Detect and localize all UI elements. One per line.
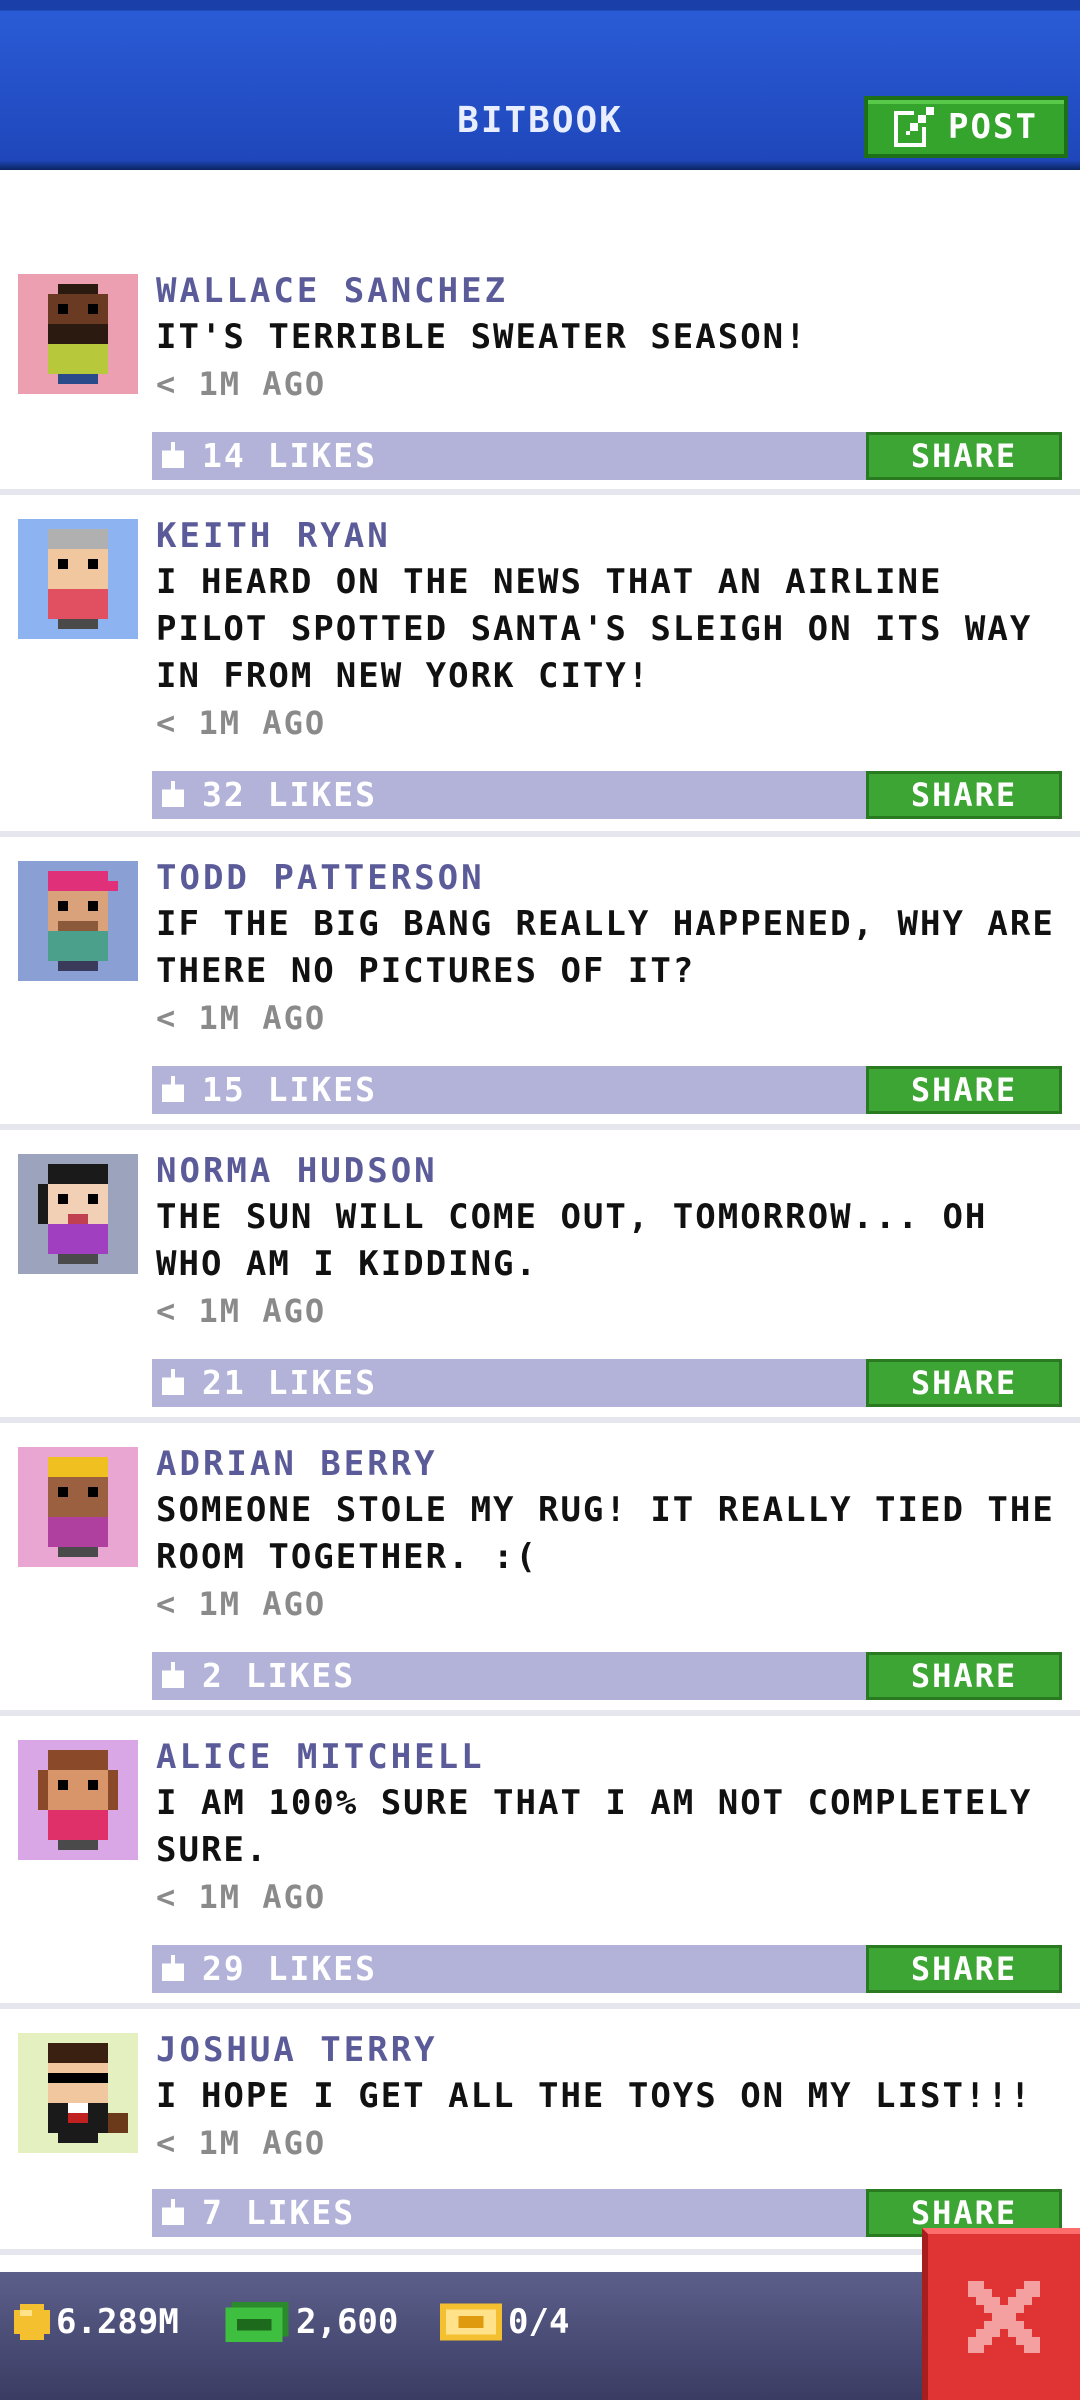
avatar [18,1740,138,1860]
avatar [18,274,138,394]
thumb-up-icon[interactable] [162,1076,184,1102]
coin-icon [14,2304,50,2340]
close-button[interactable] [922,2228,1080,2400]
tickets-display: 0/4 [440,2302,569,2342]
avatar [18,1154,138,1274]
post-time: < 1M AGO [156,1292,327,1330]
feed-post: NORMA HUDSON THE SUN WILL COME OUT, TOMO… [0,1130,1080,1423]
ticket-icon [440,2303,502,2341]
coins-value: 6.289M [56,2302,179,2342]
like-count: 29 LIKES [202,1949,377,1988]
post-author[interactable]: NORMA HUDSON [156,1148,1066,1194]
thumb-up-icon[interactable] [162,2199,184,2225]
avatar [18,1447,138,1567]
edit-icon [894,107,935,147]
share-button[interactable]: SHARE [866,1652,1062,1700]
post-time: < 1M AGO [156,1585,327,1623]
close-icon [968,2281,1040,2353]
feed-post: KEITH RYAN I HEARD ON THE NEWS THAT AN A… [0,495,1080,837]
coins-display: 6.289M [14,2302,179,2342]
post-button[interactable]: POST [864,96,1068,158]
post-time: < 1M AGO [156,704,327,742]
like-count: 32 LIKES [202,775,377,814]
avatar [18,861,138,981]
feed-post: ADRIAN BERRY SOMEONE STOLE MY RUG! IT RE… [0,1423,1080,1716]
feed-post: TODD PATTERSON IF THE BIG BANG REALLY HA… [0,837,1080,1130]
like-bar: 15 LIKES SHARE [152,1066,1062,1114]
post-author[interactable]: WALLACE SANCHEZ [156,268,1066,314]
share-button[interactable]: SHARE [866,1945,1062,1993]
post-time: < 1M AGO [156,365,327,403]
like-bar: 32 LIKES SHARE [152,771,1062,819]
share-button[interactable]: SHARE [866,1359,1062,1407]
like-count: 2 LIKES [202,1656,356,1695]
post-author[interactable]: KEITH RYAN [156,513,1066,559]
feed-post: WALLACE SANCHEZ IT'S TERRIBLE SWEATER SE… [0,250,1080,495]
like-bar: 21 LIKES SHARE [152,1359,1062,1407]
person-avatar-icon [18,1154,138,1274]
like-bar: 14 LIKES SHARE [152,432,1062,480]
like-bar: 29 LIKES SHARE [152,1945,1062,1993]
avatar [18,519,138,639]
share-button[interactable]: SHARE [866,771,1062,819]
post-author[interactable]: ADRIAN BERRY [156,1441,1066,1487]
share-button[interactable]: SHARE [866,432,1062,480]
post-time: < 1M AGO [156,999,327,1037]
post-text: THE SUN WILL COME OUT, TOMORROW... OH WH… [156,1197,988,1284]
post-text: I HEARD ON THE NEWS THAT AN AIRLINE PILO… [156,562,1033,696]
share-button[interactable]: SHARE [866,1066,1062,1114]
post-text: I HOPE I GET ALL THE TOYS ON MY LIST!!! [156,2076,1033,2116]
post-text: IF THE BIG BANG REALLY HAPPENED, WHY ARE… [156,904,1055,991]
like-bar: 2 LIKES SHARE [152,1652,1062,1700]
thumb-up-icon[interactable] [162,1662,184,1688]
post-time: < 1M AGO [156,2124,327,2162]
like-count: 7 LIKES [202,2193,356,2232]
post-author[interactable]: TODD PATTERSON [156,855,1066,901]
like-count: 14 LIKES [202,436,377,475]
post-text: IT'S TERRIBLE SWEATER SEASON! [156,317,808,357]
feed-list: WALLACE SANCHEZ IT'S TERRIBLE SWEATER SE… [0,250,1080,2255]
avatar [18,2033,138,2153]
thumb-up-icon[interactable] [162,1369,184,1395]
person-avatar-icon [18,861,138,981]
person-avatar-icon [18,274,138,394]
post-time: < 1M AGO [156,1878,327,1916]
person-avatar-icon [18,1740,138,1860]
like-count: 15 LIKES [202,1070,377,1109]
person-avatar-icon [18,2033,138,2153]
bux-display: 2,600 [224,2302,398,2342]
cash-icon [225,2302,289,2342]
person-avatar-icon [18,519,138,639]
person-avatar-icon [18,1447,138,1567]
feed-post: ALICE MITCHELL I AM 100% SURE THAT I AM … [0,1716,1080,2009]
tickets-value: 0/4 [508,2302,570,2342]
like-count: 21 LIKES [202,1363,377,1402]
thumb-up-icon[interactable] [162,442,184,468]
post-author[interactable]: JOSHUA TERRY [156,2027,1066,2073]
top-bar: BITBOOK POST [0,0,1080,170]
post-button-label: POST [948,107,1038,147]
post-text: SOMEONE STOLE MY RUG! IT REALLY TIED THE… [156,1490,1055,1577]
post-author[interactable]: ALICE MITCHELL [156,1734,1066,1780]
post-text: I AM 100% SURE THAT I AM NOT COMPLETELY … [156,1783,1033,1870]
thumb-up-icon[interactable] [162,1955,184,1981]
currency-bar: 6.289M 2,600 0/4 [0,2272,1080,2400]
bux-value: 2,600 [296,2302,399,2342]
thumb-up-icon[interactable] [162,781,184,807]
feed-post: JOSHUA TERRY I HOPE I GET ALL THE TOYS O… [0,2009,1080,2255]
